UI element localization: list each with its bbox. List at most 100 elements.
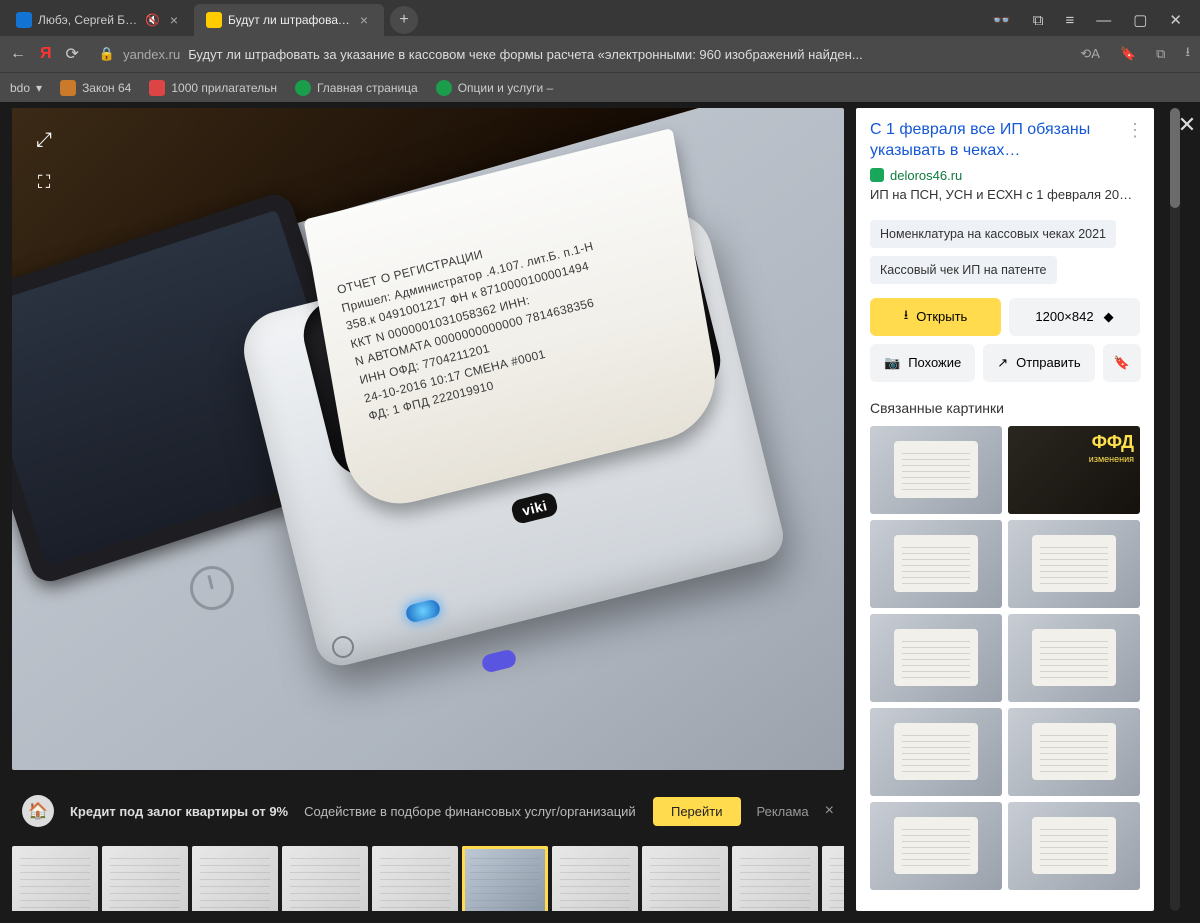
ad-subtitle: Содействие в подборе финансовых услуг/ор…	[304, 804, 636, 819]
ad-go-button[interactable]: Перейти	[653, 797, 741, 826]
image-stage[interactable]: ОТЧЕТ О РЕГИСТРАЦИИ Пришел: Администрато…	[12, 108, 844, 770]
window-controls: 👓 ⧉ ≡ ― ▢ ✕	[992, 4, 1196, 36]
close-icon[interactable]: ×	[166, 12, 182, 28]
related-image[interactable]	[1008, 802, 1140, 890]
bookmark-favicon	[60, 80, 76, 96]
info-panel: ⋮ С 1 февраля все ИП обязаны указывать в…	[856, 108, 1154, 911]
minimize-icon[interactable]: ―	[1096, 12, 1111, 29]
address-field[interactable]: 🔒 yandex.ru Будут ли штрафовать за указа…	[93, 43, 1066, 65]
related-grid: ФФДизменения	[870, 426, 1140, 890]
reload-icon[interactable]: ⟳	[66, 44, 79, 64]
open-button[interactable]: ⭳ Открыть	[870, 298, 1001, 336]
related-image[interactable]	[870, 802, 1002, 890]
bookmark-label: Закон 64	[82, 81, 131, 95]
related-image[interactable]: ФФДизменения	[1008, 426, 1140, 514]
bookmark-item[interactable]: Опции и услуги –	[436, 80, 553, 96]
ad-label: Реклама	[757, 804, 809, 819]
thumbnail-selected[interactable]	[462, 846, 548, 911]
close-window-icon[interactable]: ✕	[1169, 11, 1182, 29]
downloads-icon[interactable]: ⭳	[1185, 43, 1190, 65]
share-icon: ↗	[997, 355, 1008, 371]
bookmark-favicon	[149, 80, 165, 96]
content-area: ОТЧЕТ О РЕГИСТРАЦИИ Пришел: Администрато…	[0, 102, 1200, 923]
tab-bar: Любэ, Сергей Безру 🔇 × Будут ли штрафова…	[0, 0, 1200, 36]
chevron-down-icon: ▾	[36, 81, 42, 95]
bookmark-label: Главная страница	[317, 81, 418, 95]
fullscreen-icon[interactable]: ⤢	[26, 122, 62, 158]
thumbnail[interactable]	[12, 846, 98, 911]
camera-icon: 📷	[884, 355, 900, 371]
tab-favicon-images	[206, 12, 222, 28]
bookmark-item[interactable]: bdo ▾	[10, 81, 42, 95]
translate-icon[interactable]: ⟲A	[1080, 46, 1100, 62]
bookmark-label: 1000 прилагательн	[171, 81, 277, 95]
crop-icon[interactable]: ⛶	[26, 164, 62, 200]
bookmark-item[interactable]: Закон 64	[60, 80, 131, 96]
thumbnail[interactable]	[552, 846, 638, 911]
maximize-icon[interactable]: ▢	[1133, 11, 1147, 29]
tag-chip[interactable]: Номенклатура на кассовых чеках 2021	[870, 220, 1116, 248]
lock-icon: 🔒	[99, 46, 115, 62]
dimensions-label: 1200×842	[1035, 309, 1093, 324]
tab-inactive[interactable]: Любэ, Сергей Безру 🔇 ×	[4, 4, 194, 36]
share-button[interactable]: ↗Отправить	[983, 344, 1094, 382]
related-image[interactable]	[870, 708, 1002, 796]
back-icon[interactable]: ←	[10, 45, 26, 63]
thumbnail[interactable]	[822, 846, 844, 911]
bookmark-label: bdo	[10, 81, 30, 95]
bookmark-outline-icon: 🔖	[1114, 355, 1130, 371]
bookmarks-bar: bdo ▾ Закон 64 1000 прилагательн Главная …	[0, 72, 1200, 102]
ffd-sub: изменения	[1089, 454, 1134, 464]
image-source-title[interactable]: С 1 февраля все ИП обязаны указывать в ч…	[870, 121, 1090, 159]
related-image[interactable]	[870, 520, 1002, 608]
tag-chip[interactable]: Кассовый чек ИП на патенте	[870, 256, 1057, 284]
thumbnail[interactable]	[372, 846, 458, 911]
address-host: yandex.ru	[123, 47, 180, 62]
tab-title: Будут ли штрафовать з	[228, 13, 350, 27]
bookmark-label: Опции и услуги –	[458, 81, 553, 95]
bookmark-favicon	[436, 80, 452, 96]
address-page-title: Будут ли штрафовать за указание в кассов…	[188, 47, 863, 62]
bookmark-icon[interactable]: 🔖	[1120, 46, 1136, 62]
dimensions-button[interactable]: 1200×842◆	[1009, 298, 1140, 336]
thumbnail[interactable]	[102, 846, 188, 911]
source-host[interactable]: deloros46.ru	[890, 168, 962, 183]
download-icon: ⭳	[904, 306, 909, 328]
tab-active[interactable]: Будут ли штрафовать з ×	[194, 4, 384, 36]
ad-title: Кредит под залог квартиры от 9%	[70, 804, 288, 819]
related-image[interactable]	[870, 614, 1002, 702]
more-icon[interactable]: ⋮	[1126, 120, 1144, 141]
new-tab-button[interactable]: +	[390, 6, 418, 34]
close-viewer-icon[interactable]: ✕	[1174, 112, 1200, 138]
related-image[interactable]	[870, 426, 1002, 514]
thumbnail[interactable]	[732, 846, 818, 911]
similar-button[interactable]: 📷Похожие	[870, 344, 975, 382]
menu-icon[interactable]: ≡	[1065, 12, 1074, 29]
related-header: Связанные картинки	[870, 400, 1140, 416]
ffd-label: ФФД	[1092, 432, 1134, 453]
copy-icon[interactable]: ⧉	[1033, 12, 1044, 29]
source-description: ИП на ПСН, УСН и ЕСХН с 1 февраля 20…	[870, 187, 1140, 202]
thumbnail[interactable]	[642, 846, 728, 911]
related-image[interactable]	[1008, 520, 1140, 608]
reader-icon[interactable]: 👓	[992, 11, 1011, 29]
open-label: Открыть	[916, 309, 967, 324]
thumbnail[interactable]	[282, 846, 368, 911]
bookmark-item[interactable]: Главная страница	[295, 80, 418, 96]
thumbnail[interactable]	[192, 846, 278, 911]
ad-close-icon[interactable]: ×	[825, 802, 834, 820]
extensions-icon[interactable]: ⧉	[1156, 46, 1165, 62]
scrollbar[interactable]	[1170, 108, 1180, 911]
source-favicon	[870, 168, 884, 182]
mute-icon[interactable]: 🔇	[145, 13, 160, 27]
tab-title: Любэ, Сергей Безру	[38, 13, 139, 27]
related-image[interactable]	[1008, 614, 1140, 702]
bookmark-item[interactable]: 1000 прилагательн	[149, 80, 277, 96]
bookmark-favicon	[295, 80, 311, 96]
close-icon[interactable]: ×	[356, 12, 372, 28]
receipt-printer-image: ОТЧЕТ О РЕГИСТРАЦИИ Пришел: Администрато…	[12, 108, 844, 770]
related-image[interactable]	[1008, 708, 1140, 796]
save-bookmark-button[interactable]: 🔖	[1103, 344, 1141, 382]
thumbnail-strip[interactable]	[12, 844, 844, 911]
yandex-home-icon[interactable]: Я	[40, 45, 52, 63]
